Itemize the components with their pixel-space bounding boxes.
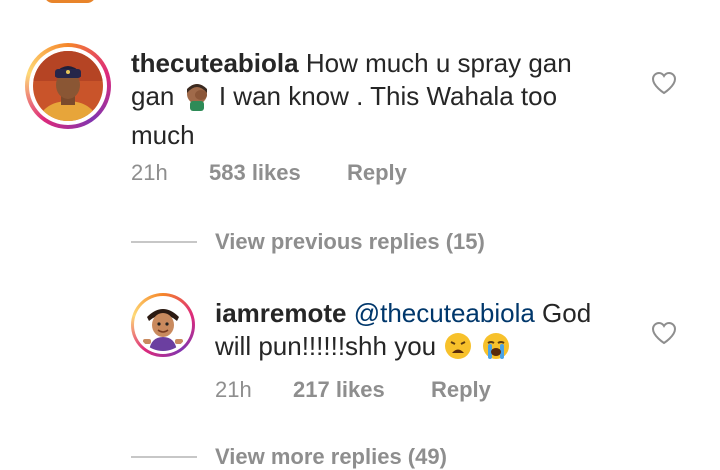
comment-text-line: much [131, 120, 195, 150]
divider [131, 241, 197, 243]
view-previous-replies-label[interactable]: View previous replies (15) [215, 229, 485, 255]
avatar[interactable] [25, 43, 111, 129]
comment-username[interactable]: iamremote [215, 298, 347, 328]
comment-text-line: I wan know . This Wahala too [218, 81, 558, 111]
comment-meta: 21h 217 likes Reply [215, 377, 491, 403]
mention-link[interactable]: @thecuteabiola [354, 298, 535, 328]
comment-time[interactable]: 21h [131, 160, 209, 186]
previous-avatar-sliver [44, 0, 96, 3]
comment-text-line: God [542, 298, 592, 328]
reply-button[interactable]: Reply [347, 160, 407, 186]
view-previous-replies[interactable]: View previous replies (15) [131, 229, 485, 255]
avatar-photo [33, 51, 103, 121]
reply-button[interactable]: Reply [431, 377, 491, 403]
comment-body: thecuteabiola How much u spray gan gan I… [131, 47, 631, 152]
weary-face-emoji [443, 331, 473, 369]
divider [131, 456, 197, 458]
comment-text-line: gan [131, 81, 175, 111]
comment-text-line: How much u spray gan [305, 48, 572, 78]
comment-text-line: will pun!!!!!!shh you [215, 331, 437, 361]
comment-likes[interactable]: 217 likes [293, 377, 431, 403]
view-more-replies[interactable]: View more replies (49) [131, 444, 447, 470]
facepalm-emoji [182, 81, 212, 119]
loudly-crying-emoji [481, 331, 511, 369]
comment-meta: 21h 583 likes Reply [131, 160, 407, 186]
comment-username[interactable]: thecuteabiola [131, 48, 299, 78]
heart-outline-icon[interactable] [651, 71, 677, 95]
avatar[interactable] [131, 293, 195, 357]
avatar-cartoon [137, 299, 189, 351]
heart-outline-icon[interactable] [651, 321, 677, 345]
view-more-replies-label[interactable]: View more replies (49) [215, 444, 447, 470]
comment-body: iamremote @thecuteabiola God will pun!!!… [215, 297, 635, 369]
comment-time[interactable]: 21h [215, 377, 293, 403]
comment-likes[interactable]: 583 likes [209, 160, 347, 186]
